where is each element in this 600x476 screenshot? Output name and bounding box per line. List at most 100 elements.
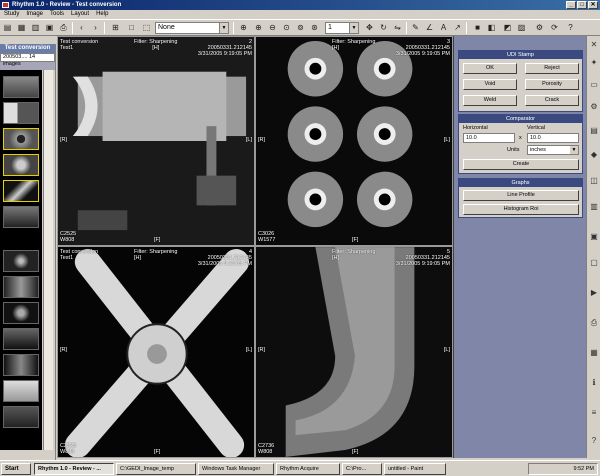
vertical-label: Vertical bbox=[527, 125, 546, 131]
export-icon[interactable]: ▣ bbox=[44, 22, 55, 33]
print-side-icon[interactable]: ⎙ bbox=[589, 318, 599, 328]
start-button[interactable]: Start bbox=[1, 463, 31, 475]
create-button[interactable]: Create bbox=[463, 159, 579, 170]
thumbnail-13[interactable] bbox=[3, 406, 39, 428]
tools-icon[interactable]: ⚙ bbox=[589, 102, 599, 112]
rotate-icon[interactable]: ↻ bbox=[378, 22, 389, 33]
thumbnail-5[interactable] bbox=[3, 180, 39, 202]
sharpen-icon[interactable]: ▨ bbox=[516, 22, 527, 33]
thumbnail-scrollbar[interactable] bbox=[43, 70, 53, 450]
pan-icon[interactable]: ✥ bbox=[364, 22, 375, 33]
viewport-1[interactable]: Test conversion Test1 Filter: Sharpening… bbox=[57, 36, 255, 246]
task-paint[interactable]: untitled - Paint bbox=[384, 463, 446, 475]
viewport-4[interactable]: Filter: Sharpening [H] 5 20050331.212145… bbox=[255, 246, 453, 458]
forward-icon[interactable]: › bbox=[90, 22, 101, 33]
task-gedi-folder[interactable]: C:\GEDI_Image_temp bbox=[116, 463, 196, 475]
menu-tools[interactable]: Tools bbox=[50, 10, 64, 19]
pane3-top-right: 4 20050331.212145 3/31/2005 9:19:05 PM bbox=[197, 249, 252, 267]
info-icon[interactable]: ℹ bbox=[589, 378, 599, 388]
print-icon[interactable]: ⎙ bbox=[58, 22, 69, 33]
menu-help[interactable]: Help bbox=[96, 10, 108, 19]
zoom-out-icon[interactable]: ⊖ bbox=[267, 22, 278, 33]
help-icon[interactable]: ? bbox=[565, 22, 576, 33]
contrast-icon[interactable]: ◩ bbox=[502, 22, 513, 33]
task-program-folder[interactable]: C:\Pro... bbox=[342, 463, 382, 475]
back-icon[interactable]: ‹ bbox=[76, 22, 87, 33]
viewport-3[interactable]: Test conversion Test1 Filter: Sharpening… bbox=[57, 246, 255, 458]
thumbnail-8[interactable] bbox=[3, 276, 39, 298]
text-annotation-icon[interactable]: A bbox=[438, 22, 449, 33]
thumbnail-panel: Test conversion 200503.... 14 images bbox=[0, 44, 56, 460]
grid-2x2-icon[interactable]: ⊞ bbox=[110, 22, 121, 33]
chevron-down-icon[interactable]: ▼ bbox=[349, 23, 358, 33]
angle-icon[interactable]: ∠ bbox=[424, 22, 435, 33]
porosity-button[interactable]: Porosity bbox=[525, 79, 579, 90]
menu-image[interactable]: Image bbox=[26, 10, 43, 19]
arrow-annotation-icon[interactable]: ↗ bbox=[452, 22, 463, 33]
pin-icon[interactable]: ✦ bbox=[589, 58, 599, 68]
invert-icon[interactable]: ◧ bbox=[486, 22, 497, 33]
close-panel-icon[interactable]: ✕ bbox=[589, 40, 599, 50]
thumbnail-12[interactable] bbox=[3, 380, 39, 402]
task-task-manager[interactable]: Windows Task Manager bbox=[198, 463, 274, 475]
thumbnail-2[interactable] bbox=[3, 102, 39, 124]
vertical-field[interactable]: 10.0 bbox=[527, 133, 579, 143]
ruler-icon[interactable]: ▭ bbox=[589, 80, 599, 90]
export-side-icon[interactable]: ▣ bbox=[589, 232, 599, 242]
magnifier-icon[interactable]: ⊛ bbox=[309, 22, 320, 33]
notes-icon[interactable]: ▤ bbox=[589, 126, 599, 136]
thumbnail-3[interactable] bbox=[3, 128, 39, 150]
histogram-roi-button[interactable]: Histogram Roi bbox=[463, 204, 579, 215]
graph-icon[interactable]: ▥ bbox=[589, 202, 599, 212]
horizontal-field[interactable]: 10.0 bbox=[463, 133, 515, 143]
settings-icon[interactable]: ⚙ bbox=[534, 22, 545, 33]
minimize-button[interactable]: _ bbox=[566, 1, 576, 9]
filter-select[interactable]: None ▼ bbox=[155, 22, 229, 34]
stamp-icon[interactable]: ◆ bbox=[589, 150, 599, 160]
thumbnail-9[interactable] bbox=[3, 302, 39, 324]
void-button[interactable]: Void bbox=[463, 79, 517, 90]
help-side-icon[interactable]: ? bbox=[589, 436, 599, 446]
study-subtitle[interactable]: 200503.... 14 images bbox=[0, 53, 55, 67]
measure-icon[interactable]: ✎ bbox=[410, 22, 421, 33]
stack-icon[interactable]: ▥ bbox=[30, 22, 41, 33]
close-button[interactable]: ✕ bbox=[588, 1, 598, 9]
chevron-down-icon[interactable]: ▼ bbox=[219, 23, 228, 33]
window-icon[interactable]: ▢ bbox=[589, 258, 599, 268]
thumbnail-6[interactable] bbox=[3, 206, 39, 228]
grid-1x1-icon[interactable]: □ bbox=[126, 22, 137, 33]
save-side-icon[interactable]: ▦ bbox=[589, 348, 599, 358]
flip-icon[interactable]: ⇋ bbox=[392, 22, 403, 33]
thumbnail-11[interactable] bbox=[3, 354, 39, 376]
zoom-icon[interactable]: ⊕ bbox=[238, 22, 249, 33]
crack-button[interactable]: Crack bbox=[525, 95, 579, 106]
window-level-icon[interactable]: ■ bbox=[472, 22, 483, 33]
maximize-button[interactable]: □ bbox=[577, 1, 587, 9]
ok-button[interactable]: OK bbox=[463, 63, 517, 74]
zoom-reset-icon[interactable]: ⊚ bbox=[295, 22, 306, 33]
task-rhythm-acquire[interactable]: Rhythm Acquire bbox=[276, 463, 340, 475]
zoom-fit-icon[interactable]: ⊙ bbox=[281, 22, 292, 33]
line-profile-button[interactable]: Line Profile bbox=[463, 190, 579, 201]
select-tool-icon[interactable]: ⬚ bbox=[141, 22, 152, 33]
zoom-in-icon[interactable]: ⊕ bbox=[253, 22, 264, 33]
layout-icon[interactable]: ▦ bbox=[16, 22, 27, 33]
units-select[interactable]: inches ▼ bbox=[527, 145, 579, 155]
refresh-icon[interactable]: ⟳ bbox=[549, 22, 560, 33]
frame-select[interactable]: 1 ▼ bbox=[325, 22, 359, 34]
task-rhythm-review[interactable]: Rhythm 1.0 - Review - ... bbox=[34, 463, 114, 475]
weld-button[interactable]: Weld bbox=[463, 95, 517, 106]
thumbnail-7[interactable] bbox=[3, 250, 39, 272]
chevron-down-icon[interactable]: ▼ bbox=[570, 146, 578, 154]
thumbnail-4[interactable] bbox=[3, 154, 39, 176]
viewport-2[interactable]: Filter: Sharpening [H] 3 20050331.212145… bbox=[255, 36, 453, 246]
cine-icon[interactable]: ▶ bbox=[589, 288, 599, 298]
menu-layout[interactable]: Layout bbox=[71, 10, 89, 19]
layers-icon[interactable]: ≡ bbox=[589, 408, 599, 418]
thumbnail-10[interactable] bbox=[3, 328, 39, 350]
thumbnail-1[interactable] bbox=[3, 76, 39, 98]
reject-button[interactable]: Reject bbox=[525, 63, 579, 74]
open-study-icon[interactable]: ▤ bbox=[2, 22, 13, 33]
menu-study[interactable]: Study bbox=[4, 10, 19, 19]
compare-icon[interactable]: ◫ bbox=[589, 176, 599, 186]
